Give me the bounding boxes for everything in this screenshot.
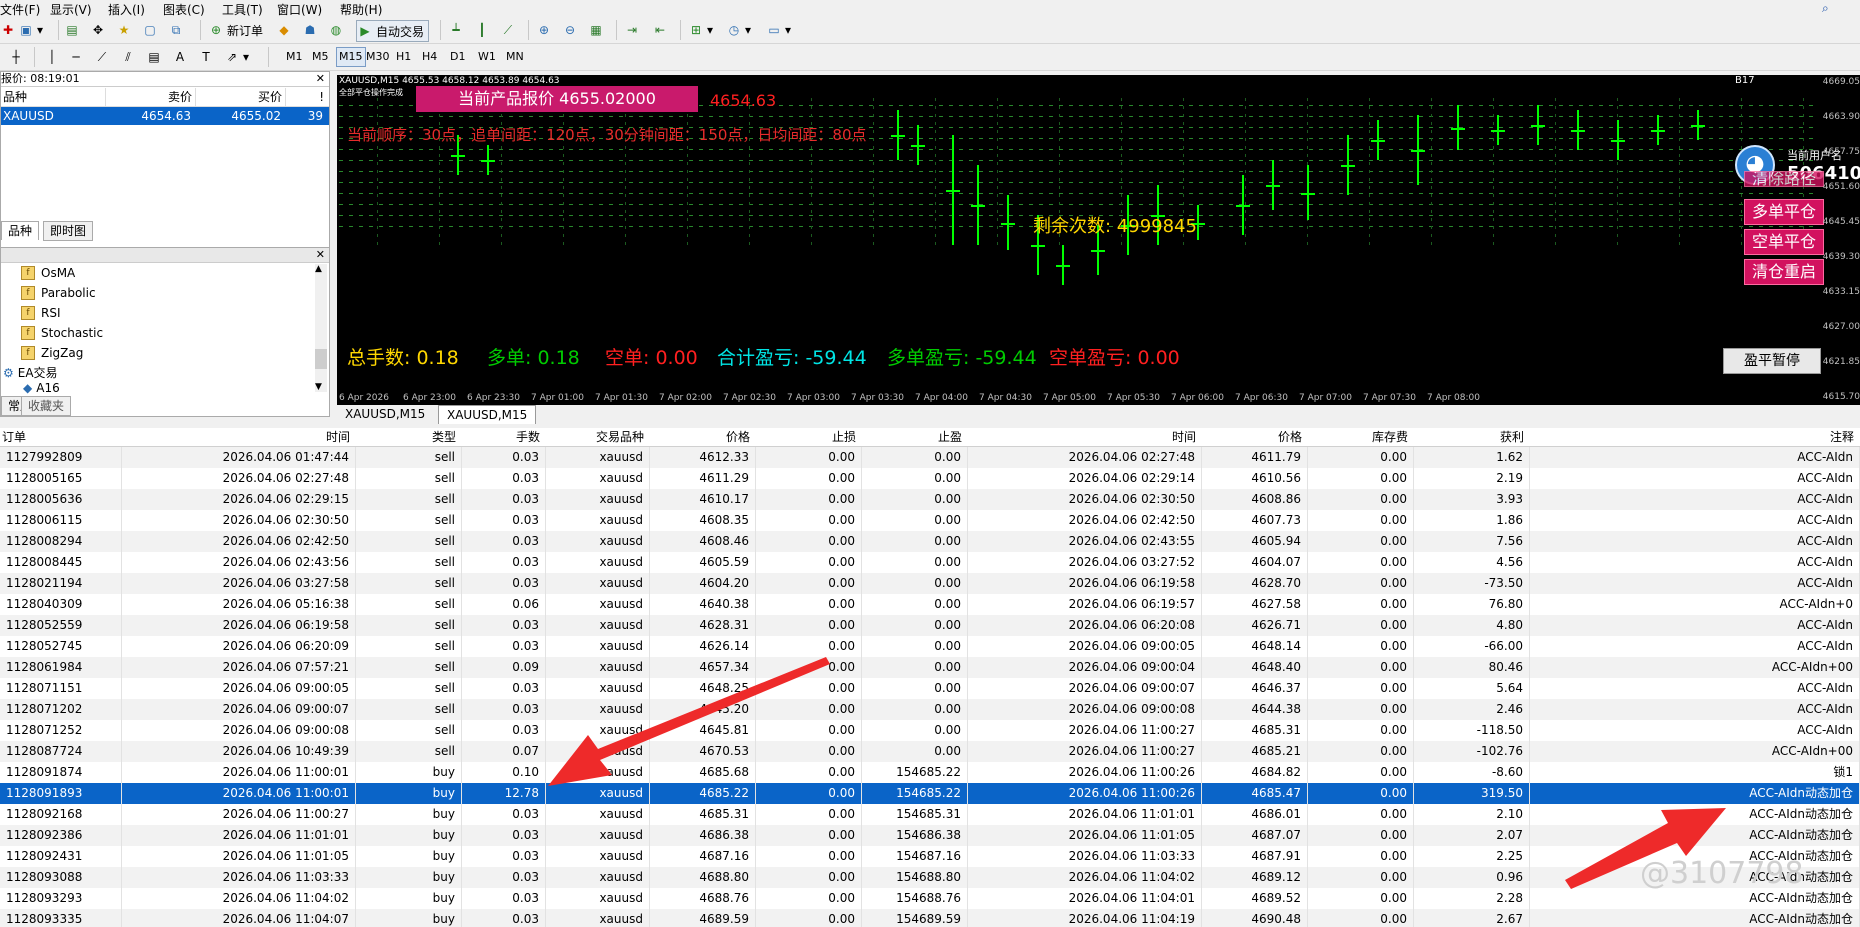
watermark: @3107798 [1640, 856, 1804, 891]
arrow-to-lots [548, 657, 830, 786]
annotation-arrows [548, 657, 1726, 889]
